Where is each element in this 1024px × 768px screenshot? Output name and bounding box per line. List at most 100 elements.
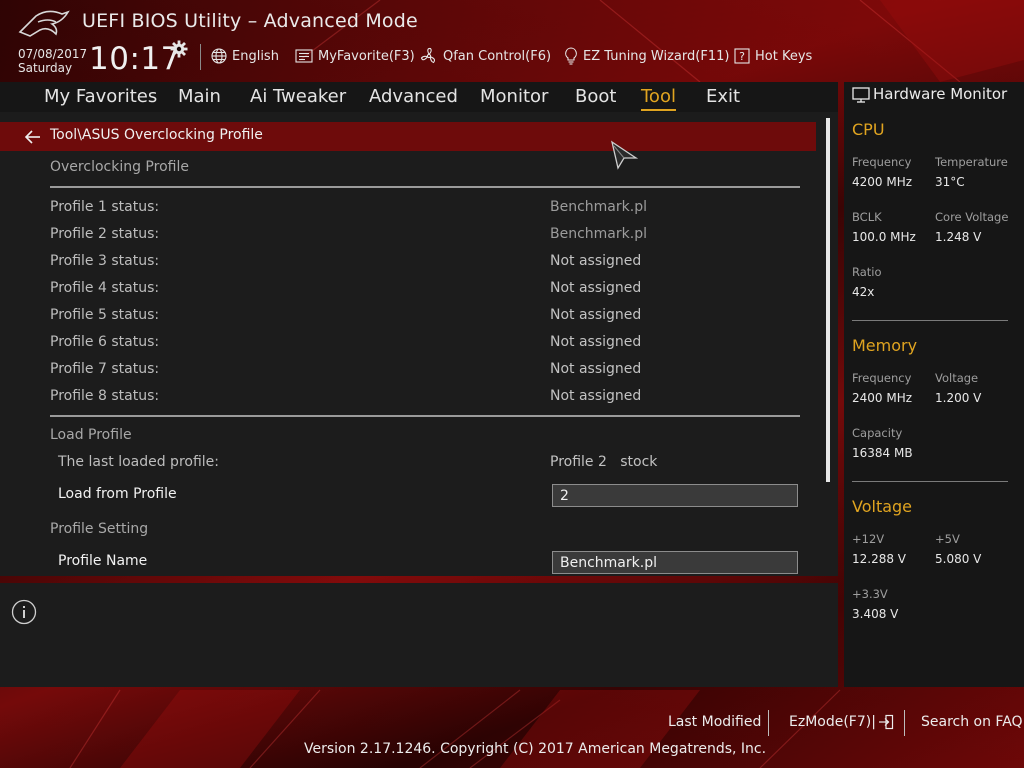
hw-3v3-label: +3.3V [852, 587, 888, 601]
app-title: UEFI BIOS Utility – Advanced Mode [82, 10, 418, 32]
ez-tuning-wizard-button[interactable]: EZ Tuning Wizard(F11) [564, 46, 729, 66]
help-box-icon: ? [734, 48, 750, 64]
hw-cpu-core-voltage-value: 1.248 V [935, 230, 982, 244]
hw-memory-voltage-value: 1.200 V [935, 391, 982, 405]
ezmode-button[interactable]: EzMode(F7)| [789, 714, 894, 730]
hw-5v-value: 5.080 V [935, 552, 982, 566]
tab-tool[interactable]: Tool [641, 86, 676, 111]
breadcrumb-bar: Tool\ASUS Overclocking Profile [0, 122, 816, 151]
hw-5v-label: +5V [935, 532, 960, 546]
language-button[interactable]: English [211, 46, 279, 66]
profile-1-status-value: Benchmark.pl [550, 199, 647, 215]
section-title-load-profile: Load Profile [50, 427, 132, 443]
hardware-monitor-title: Hardware Monitor [873, 85, 1008, 103]
settings-panel: Tool\ASUS Overclocking Profile Overclock… [0, 112, 838, 576]
hw-separator [852, 481, 1008, 482]
myfavorite-label: MyFavorite(F3) [318, 48, 415, 64]
tab-ai-tweaker[interactable]: Ai Tweaker [250, 86, 346, 107]
profile-5-status-value: Not assigned [550, 307, 642, 323]
profile-8-status-label: Profile 8 status: [50, 388, 160, 404]
gear-icon[interactable] [170, 40, 188, 58]
profile-name-input[interactable] [552, 551, 798, 574]
footer-separator [768, 710, 769, 736]
section-title-overclocking-profile: Overclocking Profile [50, 159, 189, 175]
hot-keys-label: Hot Keys [755, 48, 813, 64]
ez-tuning-label: EZ Tuning Wizard(F11) [583, 48, 730, 64]
hw-cpu-frequency-value: 4200 MHz [852, 175, 913, 189]
hw-cpu-temperature-value: 31°C [935, 175, 965, 189]
hardware-monitor-panel: Hardware Monitor CPU Frequency Temperatu… [844, 82, 1024, 687]
hw-cpu-heading: CPU [852, 120, 885, 139]
footer-separator [904, 710, 905, 736]
search-faq-label: Search on FAQ [921, 714, 1023, 730]
section-title-profile-setting: Profile Setting [50, 521, 149, 537]
fan-icon [420, 47, 436, 64]
profile-3-status-value: Not assigned [550, 253, 642, 269]
time-display[interactable]: 10:17 [89, 41, 181, 77]
profile-4-status-value: Not assigned [550, 280, 642, 296]
hw-separator [852, 320, 1008, 321]
lightbulb-icon [565, 47, 577, 65]
header: UEFI BIOS Utility – Advanced Mode 07/08/… [0, 0, 1024, 82]
hw-cpu-frequency-label: Frequency [852, 155, 912, 169]
main-tab-bar: My Favorites Main Ai Tweaker Advanced Mo… [0, 82, 838, 112]
hw-cpu-bclk-value: 100.0 MHz [852, 230, 916, 244]
hw-memory-capacity-label: Capacity [852, 426, 903, 440]
profile-2-status-label: Profile 2 status: [50, 226, 160, 242]
hw-cpu-ratio-label: Ratio [852, 265, 882, 279]
profile-6-status-label: Profile 6 status: [50, 334, 160, 350]
hw-memory-capacity-value: 16384 MB [852, 446, 913, 460]
globe-icon [211, 48, 227, 64]
load-from-profile-label: Load from Profile [58, 486, 177, 502]
tab-advanced[interactable]: Advanced [369, 86, 458, 107]
hw-memory-frequency-value: 2400 MHz [852, 391, 913, 405]
tab-monitor[interactable]: Monitor [480, 86, 548, 107]
breadcrumb: Tool\ASUS Overclocking Profile [50, 127, 263, 143]
tab-my-favorites[interactable]: My Favorites [44, 86, 157, 107]
last-modified-button[interactable]: Last Modified [668, 714, 761, 730]
tab-exit[interactable]: Exit [706, 86, 740, 107]
qfan-label: Qfan Control(F6) [443, 48, 552, 64]
exit-arrow-icon [878, 714, 894, 730]
last-loaded-profile-value: Profile 2 stock [550, 454, 658, 470]
hw-memory-heading: Memory [852, 336, 918, 355]
help-info-panel [0, 583, 838, 687]
myfavorite-button[interactable]: MyFavorite(F3) [295, 46, 415, 66]
hw-memory-frequency-label: Frequency [852, 371, 912, 385]
profile-1-status-label: Profile 1 status: [50, 199, 160, 215]
hw-voltage-heading: Voltage [852, 497, 913, 516]
day-text: Saturday [18, 61, 73, 75]
monitor-icon [852, 87, 870, 103]
divider [50, 186, 800, 188]
scrollbar-thumb[interactable] [826, 118, 830, 482]
tab-boot[interactable]: Boot [575, 86, 616, 107]
profile-3-status-label: Profile 3 status: [50, 253, 160, 269]
hw-cpu-ratio-value: 42x [852, 285, 875, 299]
date-text: 07/08/2017 [18, 47, 88, 61]
rog-logo-icon [18, 10, 70, 37]
favorite-list-icon [295, 49, 313, 63]
last-modified-label: Last Modified [668, 714, 762, 730]
divider [50, 415, 800, 417]
hw-3v3-value: 3.408 V [852, 607, 899, 621]
load-from-profile-input[interactable] [552, 484, 798, 507]
hw-12v-value: 12.288 V [852, 552, 907, 566]
info-icon [11, 599, 37, 625]
profile-7-status-value: Not assigned [550, 361, 642, 377]
qfan-control-button[interactable]: Qfan Control(F6) [420, 46, 551, 66]
hw-memory-voltage-label: Voltage [935, 371, 979, 385]
profile-8-status-value: Not assigned [550, 388, 642, 404]
hw-cpu-core-voltage-label: Core Voltage [935, 210, 1009, 224]
back-arrow-icon[interactable] [24, 129, 42, 145]
profile-4-status-label: Profile 4 status: [50, 280, 160, 296]
date-display: 07/08/2017 Saturday [18, 47, 87, 75]
tab-main[interactable]: Main [178, 86, 221, 107]
profile-5-status-label: Profile 5 status: [50, 307, 160, 323]
hw-12v-label: +12V [852, 532, 885, 546]
search-faq-button[interactable]: Search on FAQ [921, 714, 1023, 730]
hw-cpu-temperature-label: Temperature [935, 155, 1008, 169]
hot-keys-button[interactable]: ? Hot Keys [734, 46, 812, 66]
profile-name-label: Profile Name [58, 553, 148, 569]
svg-text:?: ? [739, 50, 745, 63]
version-copyright: Version 2.17.1246. Copyright (C) 2017 Am… [304, 741, 767, 757]
